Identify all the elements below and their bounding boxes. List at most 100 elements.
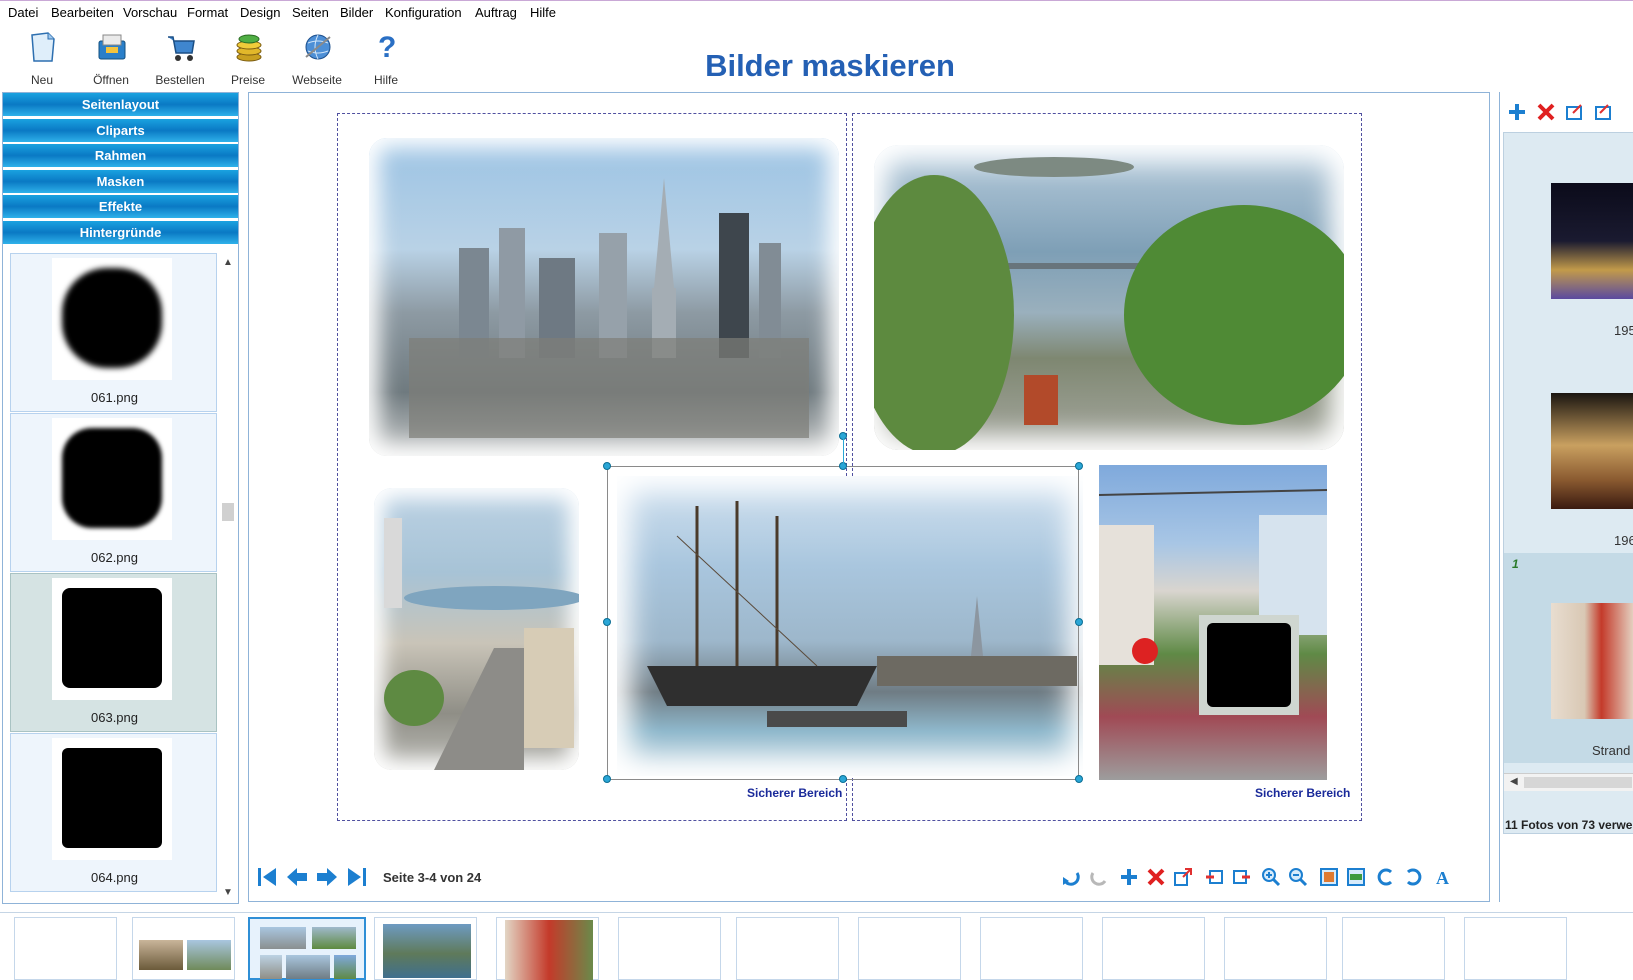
menu-konfiguration[interactable]: Konfiguration (385, 5, 462, 20)
category-effekte[interactable]: Effekte (3, 195, 238, 219)
mask-list-scrollbar[interactable]: ▲ ▼ (219, 253, 237, 903)
scroll-down-icon[interactable]: ▼ (223, 887, 233, 898)
export-icon[interactable] (1173, 867, 1193, 887)
scroll-left-icon[interactable]: ◀ (1510, 776, 1518, 787)
resize-handle-bottom[interactable] (839, 775, 847, 783)
menu-seiten[interactable]: Seiten (292, 5, 329, 20)
menu-hilfe[interactable]: Hilfe (530, 5, 556, 20)
filmstrip-page[interactable] (496, 917, 599, 980)
filmstrip-page[interactable] (736, 917, 839, 980)
scroll-up-icon[interactable]: ▲ (223, 257, 233, 268)
import-photo-icon[interactable] (1565, 102, 1585, 122)
filmstrip-page[interactable] (14, 917, 117, 980)
undo-icon[interactable] (1061, 867, 1081, 887)
filmstrip-page[interactable] (980, 917, 1083, 980)
shopping-cart-icon (168, 36, 195, 61)
photo-list-item[interactable]: 195 (1504, 133, 1633, 343)
resize-handle-bottom-left[interactable] (603, 775, 611, 783)
rotate-right-icon[interactable] (1403, 867, 1423, 887)
move-right-icon[interactable] (1232, 867, 1252, 887)
menu-vorschau[interactable]: Vorschau (123, 5, 177, 20)
redo-icon[interactable] (1089, 867, 1109, 887)
menu-auftrag[interactable]: Auftrag (475, 5, 517, 20)
add-photo-icon[interactable] (1507, 102, 1527, 122)
photo-thumbnail-vegas-night (1551, 183, 1633, 299)
street-graphic (384, 518, 579, 770)
menu-datei[interactable]: Datei (8, 5, 38, 20)
zoom-out-icon[interactable] (1288, 867, 1308, 887)
category-cliparts[interactable]: Cliparts (3, 119, 238, 143)
resize-handle-right[interactable] (1075, 618, 1083, 626)
filmstrip-page[interactable] (1102, 917, 1205, 980)
question-icon: ? (378, 31, 396, 63)
prices-button[interactable]: Preise (217, 29, 279, 87)
filmstrip-page[interactable] (374, 917, 477, 980)
mask-item-063[interactable]: 063.png (10, 573, 217, 732)
menu-bilder[interactable]: Bilder (340, 5, 373, 20)
rotate-handle-line (843, 436, 844, 464)
menu-format[interactable]: Format (187, 5, 228, 20)
mask-name: 061.png (91, 390, 138, 405)
open-label: Öffnen (93, 73, 129, 87)
mask-item-064[interactable]: 064.png (10, 733, 217, 892)
add-icon[interactable] (1119, 867, 1139, 887)
delete-icon[interactable] (1146, 867, 1166, 887)
fit-page-icon[interactable] (1319, 867, 1339, 887)
last-page-icon[interactable] (345, 865, 369, 889)
editor-canvas[interactable]: Sicherer Bereich Sicherer Bereich Seite … (248, 92, 1490, 902)
mask-shape (62, 428, 162, 528)
move-left-icon[interactable] (1204, 867, 1224, 887)
remove-photo-icon[interactable] (1536, 102, 1556, 122)
help-button[interactable]: ? Hilfe (355, 29, 417, 87)
photo-list[interactable]: 195 196 1 Strand ◀ (1503, 132, 1633, 834)
previous-page-icon[interactable] (285, 865, 309, 889)
filmstrip-page[interactable] (858, 917, 961, 980)
rotate-left-icon[interactable] (1376, 867, 1396, 887)
scroll-thumb[interactable] (1524, 777, 1632, 788)
resize-handle-left[interactable] (603, 618, 611, 626)
menu-bearbeiten[interactable]: Bearbeiten (51, 5, 114, 20)
resize-handle-top-right[interactable] (1075, 462, 1083, 470)
new-button[interactable]: Neu (11, 29, 73, 87)
photo-list-item[interactable]: 196 (1504, 343, 1633, 553)
photo-street[interactable] (374, 488, 579, 770)
open-button[interactable]: Öffnen (80, 29, 142, 87)
category-masken[interactable]: Masken (3, 170, 238, 194)
filmstrip-page[interactable] (618, 917, 721, 980)
photo-lombard-street[interactable] (1099, 465, 1327, 780)
filmstrip-page-current[interactable] (248, 917, 366, 980)
category-hintergruende[interactable]: Hintergründe (3, 221, 238, 245)
zoom-in-icon[interactable] (1261, 867, 1281, 887)
filmstrip-page[interactable] (1342, 917, 1445, 980)
filmstrip-thumb-photo (260, 955, 282, 979)
resize-handle-bottom-right[interactable] (1075, 775, 1083, 783)
usage-badge: 1 (1512, 557, 1519, 571)
filmstrip-page[interactable] (132, 917, 235, 980)
filmstrip-page[interactable] (1224, 917, 1327, 980)
mask-item-062[interactable]: 062.png (10, 413, 217, 572)
menu-design[interactable]: Design (240, 5, 280, 20)
photo-city-skyline[interactable] (369, 138, 839, 456)
photo-bay-trees[interactable] (874, 145, 1344, 450)
next-page-icon[interactable] (315, 865, 339, 889)
photo-list-item-selected[interactable]: 1 Strand (1504, 553, 1633, 763)
mask-name: 064.png (91, 870, 138, 885)
category-rahmen[interactable]: Rahmen (3, 144, 238, 168)
order-button[interactable]: Bestellen (149, 29, 211, 87)
first-page-icon[interactable] (255, 865, 279, 889)
category-seitenlayout[interactable]: Seitenlayout (3, 93, 238, 117)
replace-photo-icon[interactable] (1594, 102, 1614, 122)
filmstrip-thumb-photo (505, 920, 593, 980)
photo-list-hscrollbar[interactable]: ◀ (1504, 773, 1633, 791)
scroll-thumb[interactable] (222, 503, 234, 521)
lombard-graphic (1099, 489, 1327, 715)
order-label: Bestellen (155, 73, 205, 87)
website-button[interactable]: Webseite (286, 29, 348, 87)
fit-width-icon[interactable] (1346, 867, 1366, 887)
filmstrip-page[interactable] (1464, 917, 1567, 980)
text-tool-icon[interactable]: A (1434, 867, 1454, 887)
globe-icon (305, 34, 331, 60)
mask-item-061[interactable]: 061.png (10, 253, 217, 412)
svg-text:?: ? (378, 31, 396, 63)
resize-handle-top-left[interactable] (603, 462, 611, 470)
